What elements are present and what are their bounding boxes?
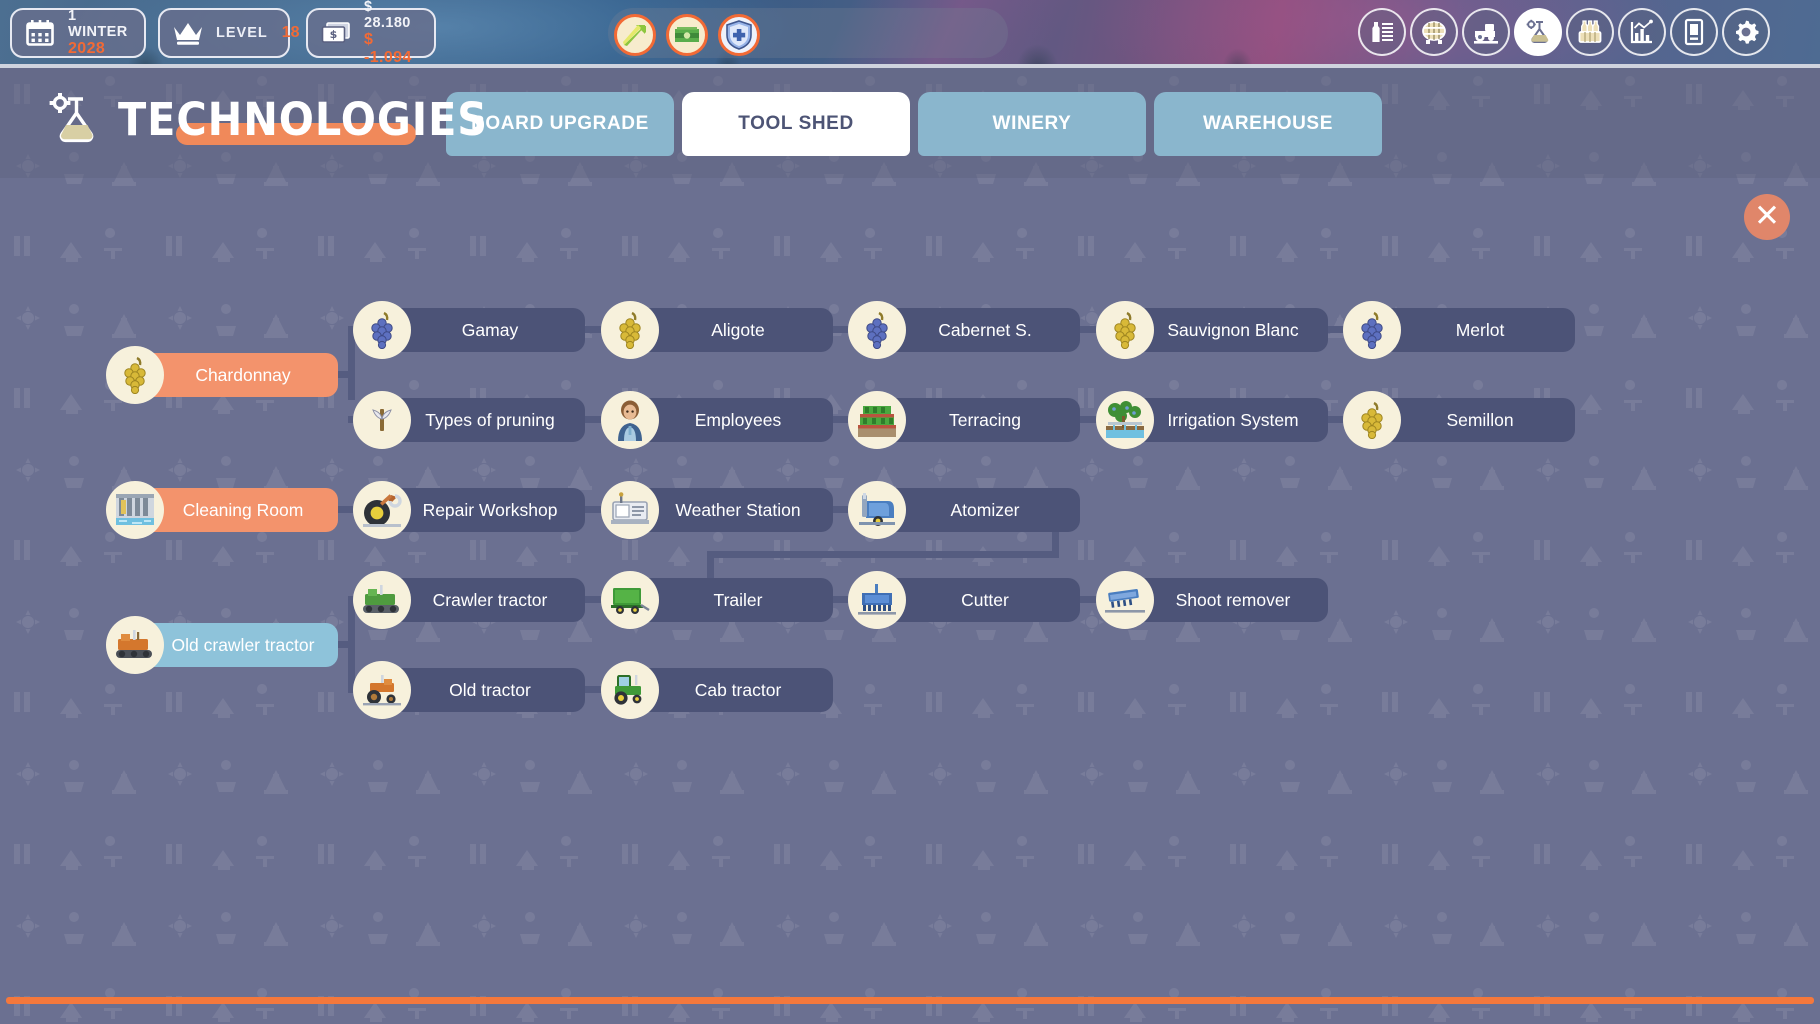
tech-node-semillon[interactable]: Semillon [1343,391,1575,449]
tab-winery[interactable]: WINERY [918,92,1146,156]
machinery-nav[interactable] [1462,8,1510,56]
tech-node-shoot-remover[interactable]: Shoot remover [1096,571,1328,629]
purple-grape-icon [353,301,411,359]
cash-button[interactable] [666,14,708,56]
tech-node-crawler-tractor[interactable]: Crawler tractor [353,571,585,629]
tech-node-irrigation-system[interactable]: Irrigation System [1096,391,1328,449]
center-button-tray [608,8,1008,58]
tab-tool-shed[interactable]: TOOL SHED [682,92,910,156]
svg-text:$: $ [330,28,338,41]
barrel-icon [1420,18,1448,46]
statistics-nav[interactable] [1618,8,1666,56]
money-delta: $ -1.094 [364,31,412,67]
green-grape-icon [1343,391,1401,449]
tab-bar: BOARD UPGRADE TOOL SHED WINERY WAREHOUSE [446,92,1382,156]
orange-tractor-icon [353,661,411,719]
panel-header: TECHNOLOGIES BOARD UPGRADE TOOL SHED WIN… [0,68,1820,178]
document-icon [1681,18,1707,46]
level-chip[interactable]: LEVEL 18 [158,8,300,58]
tech-node-chardonnay[interactable]: Chardonnay [106,346,338,404]
tech-node-old-tractor[interactable]: Old tractor [353,661,585,719]
trailer-icon [601,571,659,629]
bottle-list-icon [1368,18,1396,46]
notes-nav[interactable] [1670,8,1718,56]
cleaning-room-icon [106,481,164,539]
weather-station-icon [601,481,659,539]
bottling-nav[interactable] [1358,8,1406,56]
cellar-nav[interactable] [1410,8,1458,56]
purple-grape-icon [848,301,906,359]
connector [707,551,1059,558]
date-season: 1 WINTER [68,7,128,41]
settings-nav[interactable] [1722,8,1770,56]
tech-node-atomizer[interactable]: Atomizer [848,481,1080,539]
atomizer-icon [848,481,906,539]
tech-node-merlot[interactable]: Merlot [1343,301,1575,359]
technologies-panel: TECHNOLOGIES BOARD UPGRADE TOOL SHED WIN… [0,68,1820,1024]
tab-label: BOARD UPGRADE [471,113,649,134]
bar-chart-icon [1628,18,1656,46]
orange-bulldozer-icon [106,616,164,674]
insurance-button[interactable] [718,14,760,56]
worker-icon [601,391,659,449]
cutter-icon [848,571,906,629]
level-label: LEVEL [216,25,268,41]
tech-node-terracing[interactable]: Terracing [848,391,1080,449]
tech-node-old-crawler-tractor[interactable]: Old crawler tractor [106,616,338,674]
green-grape-icon [1096,301,1154,359]
purple-grape-icon [1343,301,1401,359]
calendar-icon [24,18,56,48]
tech-node-trailer[interactable]: Trailer [601,571,833,629]
tech-node-repair-workshop[interactable]: Repair Workshop [353,481,585,539]
tech-node-cleaning-room[interactable]: Cleaning Room [106,481,338,539]
tractor-icon [1472,19,1500,45]
tech-node-cabernet-s[interactable]: Cabernet S. [848,301,1080,359]
tab-label: TOOL SHED [738,113,854,134]
green-crawler-icon [353,571,411,629]
technology-tree: Chardonnay Gamay Aligote Cabernet S. Sau… [0,178,1820,1024]
tech-node-aligote[interactable]: Aligote [601,301,833,359]
tech-node-weather-station[interactable]: Weather Station [601,481,833,539]
date-year: 2028 [68,40,106,58]
green-grape-icon [601,301,659,359]
tech-node-types-of-pruning[interactable]: Types of pruning [353,391,585,449]
green-tractor-icon [601,661,659,719]
technologies-nav[interactable] [1514,8,1562,56]
page-title-block: TECHNOLOGIES [46,90,520,148]
crown-icon [172,18,204,48]
pruning-shears-icon [353,391,411,449]
shoot-remover-icon [1096,571,1154,629]
storage-nav[interactable] [1566,8,1614,56]
tech-node-cutter[interactable]: Cutter [848,571,1080,629]
green-grape-icon [106,346,164,404]
bottom-accent-rule [6,997,1814,1004]
gear-icon [1732,18,1760,46]
banknote-icon: $ [320,18,352,48]
terrace-icon [848,391,906,449]
flask-gear-icon [46,90,102,148]
tech-node-employees[interactable]: Employees [601,391,833,449]
tech-node-cab-tractor[interactable]: Cab tractor [601,661,833,719]
top-hud-bar: 1 WINTER 2028 LEVEL 18 $ $ 28.180 $ -1.0… [0,0,1820,68]
level-value: 18 [281,24,300,41]
irrigation-icon [1096,391,1154,449]
money-chip[interactable]: $ $ 28.180 $ -1.094 [306,0,436,66]
flask-gear-icon [1524,18,1552,46]
tab-label: WAREHOUSE [1203,113,1333,134]
crate-bottles-icon [1576,18,1604,46]
date-chip[interactable]: 1 WINTER 2028 [10,8,146,58]
tab-label: WINERY [992,113,1072,134]
repair-icon [353,481,411,539]
page-title: TECHNOLOGIES [118,92,489,146]
money-balance: $ 28.180 [364,0,411,32]
tech-node-gamay[interactable]: Gamay [353,301,585,359]
tab-warehouse[interactable]: WAREHOUSE [1154,92,1382,156]
game-screen: 1 WINTER 2028 LEVEL 18 $ $ 28.180 $ -1.0… [0,0,1820,1024]
boost-button[interactable] [614,14,656,56]
tech-node-sauvignon-blanc[interactable]: Sauvignon Blanc [1096,301,1328,359]
